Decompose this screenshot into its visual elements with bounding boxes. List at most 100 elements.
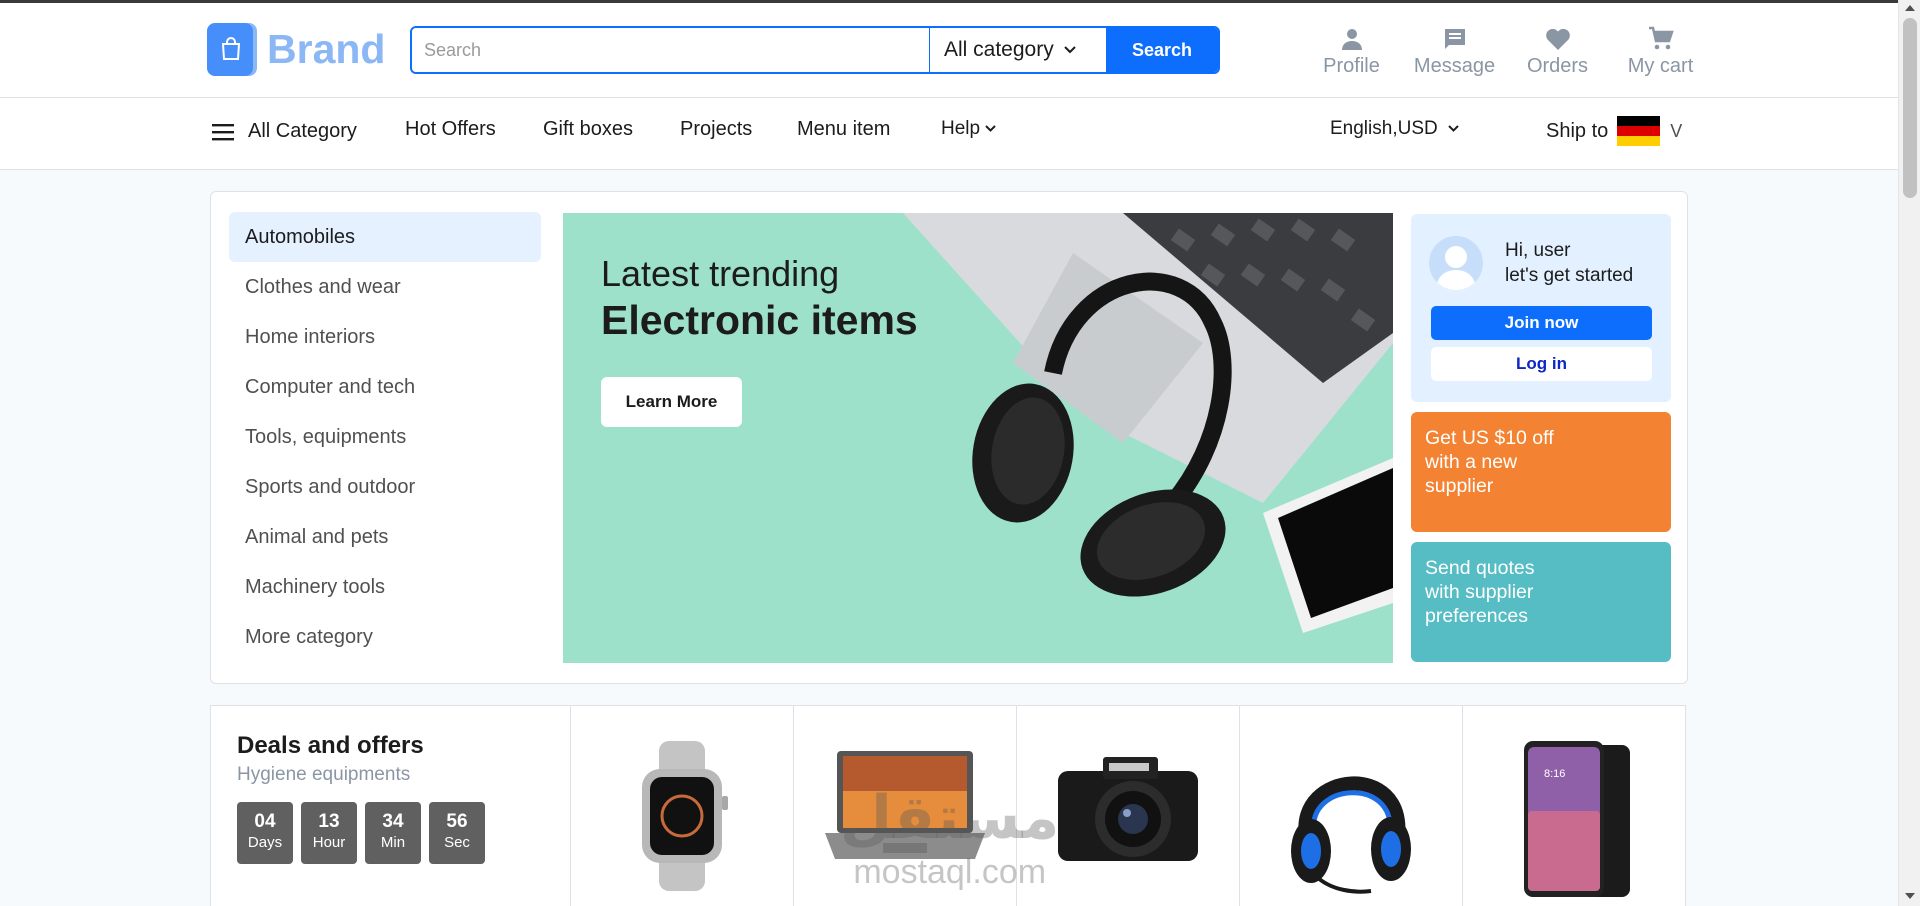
- ship-to-chevron: V: [1670, 120, 1683, 141]
- timer-days-unit: Days: [247, 834, 283, 851]
- cart-label: My cart: [1627, 55, 1694, 77]
- join-now-button[interactable]: Join now: [1431, 306, 1652, 340]
- heart-icon: [1545, 28, 1570, 50]
- hero-banner: Latest trending Electronic items Learn M…: [563, 213, 1393, 663]
- timer-hours-value: 13: [318, 811, 340, 832]
- timer-seconds: 56 Sec: [429, 802, 485, 864]
- watermark-domain: mostaql.com: [853, 853, 1047, 891]
- timer-hours: 13 Hour: [301, 802, 357, 864]
- promo-discount-line-2: with a new: [1425, 451, 1518, 473]
- orders-action[interactable]: Orders: [1506, 25, 1609, 78]
- avatar: [1429, 236, 1483, 290]
- greeting-line-1: Hi, user: [1505, 240, 1571, 261]
- ship-to-label: Ship to: [1546, 119, 1609, 142]
- deal-product-headset[interactable]: [1240, 706, 1463, 906]
- category-item-machinery[interactable]: Machinery tools: [229, 562, 541, 612]
- profile-action[interactable]: Profile: [1300, 25, 1403, 78]
- message-label: Message: [1413, 55, 1496, 77]
- chevron-down-icon: [985, 125, 996, 132]
- category-select[interactable]: All category: [930, 28, 1106, 72]
- log-in-button[interactable]: Log in: [1431, 347, 1652, 381]
- deals-subtitle: Hygiene equipments: [237, 764, 411, 785]
- category-item-computer-tech[interactable]: Computer and tech: [229, 362, 541, 412]
- language-currency-label: English,USD: [1330, 118, 1438, 139]
- banner-subtitle: Latest trending: [601, 253, 840, 294]
- camera-image: [1058, 757, 1198, 861]
- search-button[interactable]: Search: [1106, 28, 1218, 72]
- category-item-clothes[interactable]: Clothes and wear: [229, 262, 541, 312]
- user-welcome-box: Hi, user let's get started Join now Log …: [1411, 214, 1671, 402]
- category-item-automobiles[interactable]: Automobiles: [229, 212, 541, 262]
- timer-minutes-unit: Min: [380, 834, 406, 851]
- nav-link-hot-offers[interactable]: Hot Offers: [405, 118, 496, 141]
- headset-image: [1291, 776, 1411, 894]
- svg-text:8:16: 8:16: [1544, 768, 1565, 780]
- header-actions: Profile Message Orders My cart: [1300, 25, 1712, 78]
- category-select-value: All category: [944, 38, 1054, 61]
- main-nav: All Category Hot Offers Gift boxes Proje…: [0, 98, 1898, 170]
- help-label: Help: [941, 118, 981, 139]
- side-column: Hi, user let's get started Join now Log …: [1411, 214, 1671, 662]
- hero-section: Automobiles Clothes and wear Home interi…: [210, 191, 1688, 684]
- profile-label: Profile: [1323, 55, 1380, 77]
- header: Brand All category Search Profile Messag…: [0, 3, 1898, 98]
- deal-product-smartphone[interactable]: 8:16: [1463, 706, 1685, 906]
- user-avatar-icon: [1436, 246, 1476, 290]
- nav-link-projects[interactable]: Projects: [680, 118, 752, 141]
- search-bar: All category Search: [410, 26, 1220, 74]
- timer-days-value: 04: [254, 811, 276, 832]
- scroll-down-arrow-icon[interactable]: [1905, 893, 1915, 899]
- orders-label: Orders: [1526, 55, 1589, 77]
- shopping-bag-icon: [207, 23, 257, 76]
- nav-help-dropdown[interactable]: Help: [941, 118, 996, 140]
- all-category-label: All Category: [248, 120, 357, 142]
- scroll-up-arrow-icon[interactable]: [1905, 5, 1915, 11]
- deal-product-smartwatch[interactable]: [571, 706, 794, 906]
- language-currency-dropdown[interactable]: English,USD: [1330, 118, 1459, 140]
- search-input[interactable]: [412, 28, 930, 72]
- promo-quotes-line-3: preferences: [1425, 605, 1528, 627]
- message-icon: [1444, 29, 1465, 49]
- category-item-animals[interactable]: Animal and pets: [229, 512, 541, 562]
- all-category-menu[interactable]: All Category: [212, 120, 357, 143]
- banner-title: Electronic items: [601, 297, 918, 343]
- smartphone-image: 8:16: [1524, 741, 1630, 897]
- message-action[interactable]: Message: [1403, 25, 1506, 78]
- nav-link-gift-boxes[interactable]: Gift boxes: [543, 118, 633, 141]
- chevron-down-icon: [1064, 46, 1076, 54]
- category-list: Automobiles Clothes and wear Home interi…: [229, 212, 541, 662]
- countdown-timer: 04 Days 13 Hour 34 Min 56 Sec: [237, 802, 570, 864]
- chevron-down-icon: [1448, 125, 1459, 132]
- smartwatch-image: [642, 741, 728, 891]
- timer-seconds-unit: Sec: [444, 834, 470, 851]
- category-item-tools[interactable]: Tools, equipments: [229, 412, 541, 462]
- timer-hours-unit: Hour: [312, 834, 346, 851]
- germany-flag-icon: [1617, 116, 1661, 146]
- nav-link-menu-item[interactable]: Menu item: [797, 118, 890, 141]
- category-item-sports[interactable]: Sports and outdoor: [229, 462, 541, 512]
- promo-discount-line-1: Get US $10 off: [1425, 427, 1554, 449]
- promo-quotes-line-2: with supplier: [1425, 581, 1534, 603]
- timer-days: 04 Days: [237, 802, 293, 864]
- watermark-logo: مستقل mostaql.com: [840, 788, 1059, 900]
- deals-info: Deals and offers Hygiene equipments 04 Da…: [211, 706, 571, 906]
- learn-more-button[interactable]: Learn More: [601, 377, 742, 427]
- category-item-more[interactable]: More category: [229, 612, 541, 662]
- ship-to-dropdown[interactable]: Ship to V: [1546, 116, 1682, 146]
- timer-minutes-value: 34: [382, 811, 404, 832]
- category-item-home-interiors[interactable]: Home interiors: [229, 312, 541, 362]
- promo-discount-card[interactable]: Get US $10 off with a new supplier: [1411, 412, 1671, 532]
- promo-discount-line-3: supplier: [1425, 475, 1494, 497]
- person-icon: [1341, 29, 1362, 50]
- menu-icon: [212, 123, 234, 140]
- brand-logo[interactable]: Brand: [207, 23, 385, 76]
- brand-name: Brand: [267, 26, 386, 72]
- cart-action[interactable]: My cart: [1609, 25, 1712, 78]
- cart-icon: [1648, 26, 1674, 50]
- greeting-line-2: let's get started: [1505, 265, 1634, 286]
- user-greeting: Hi, user let's get started: [1505, 238, 1633, 288]
- scrollbar-thumb[interactable]: [1903, 18, 1917, 198]
- deals-title: Deals and offers: [237, 732, 424, 759]
- page-scrollbar[interactable]: [1898, 0, 1920, 906]
- promo-quotes-card[interactable]: Send quotes with supplier preferences: [1411, 542, 1671, 662]
